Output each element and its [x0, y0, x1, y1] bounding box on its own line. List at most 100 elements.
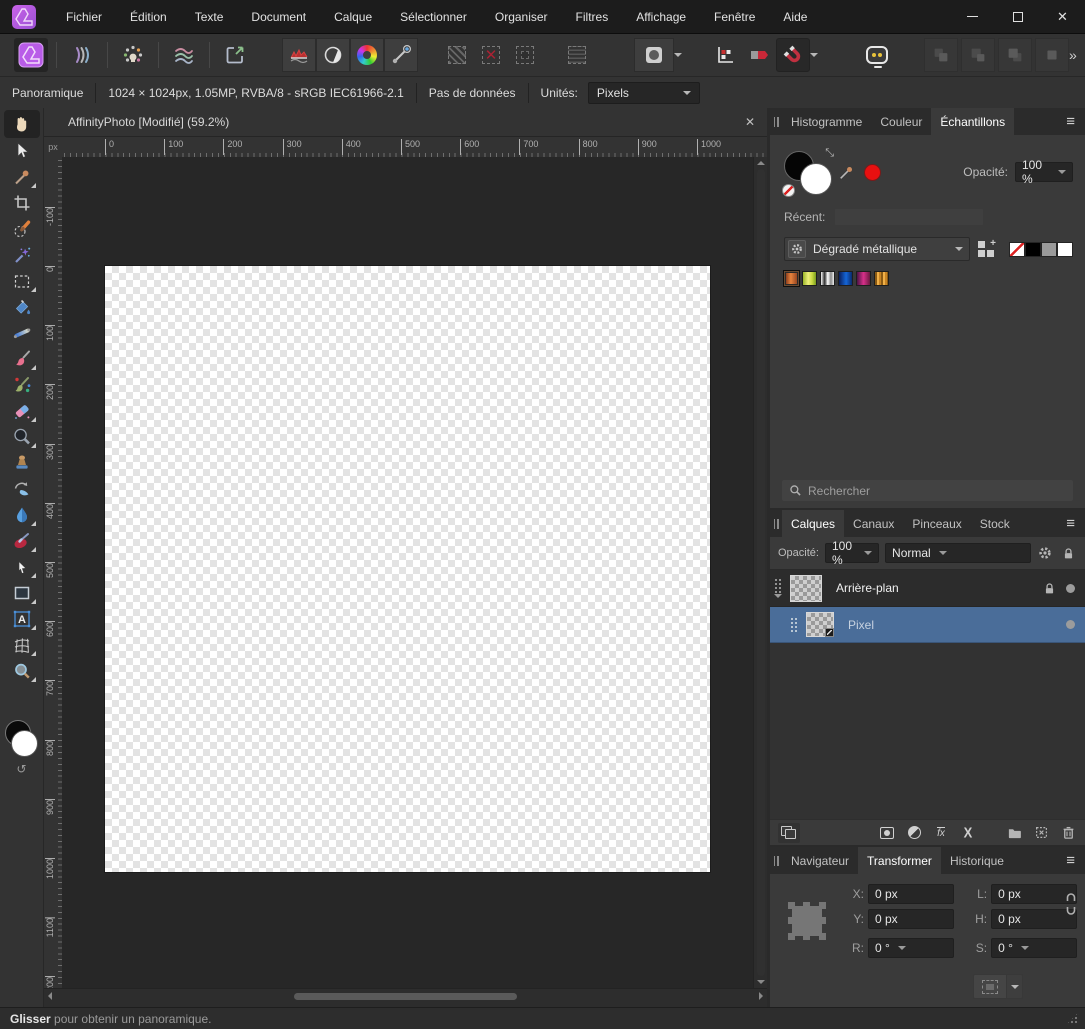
delete-layer-button[interactable] [1059, 824, 1077, 842]
tab-pinceaux[interactable]: Pinceaux [903, 510, 970, 537]
liquify-persona-button[interactable] [65, 38, 99, 72]
blend-options-gear-icon[interactable] [1037, 544, 1054, 562]
secondary-colour-circle[interactable] [800, 163, 832, 195]
frame-text-tool[interactable]: A [4, 606, 40, 632]
move-tool[interactable] [4, 138, 40, 164]
node-tool[interactable] [4, 554, 40, 580]
colour-replacement-brush-tool[interactable] [4, 372, 40, 398]
menu-calque[interactable]: Calque [320, 2, 386, 32]
live-filter-button[interactable]: fx [932, 824, 950, 842]
export-persona-button[interactable] [218, 38, 252, 72]
layer-name[interactable]: Arrière-plan [836, 581, 899, 595]
assistant-options-button[interactable] [708, 38, 742, 72]
menu-filtres[interactable]: Filtres [562, 2, 623, 32]
assistant-button[interactable] [860, 38, 894, 72]
layer-visibility-toggle[interactable] [1066, 620, 1075, 629]
layer-drag-handle[interactable] [770, 570, 786, 606]
show-selection-box-button[interactable] [973, 974, 1007, 999]
tone-mapping-persona-button[interactable] [167, 38, 201, 72]
insert-behind-button[interactable] [1032, 824, 1050, 842]
quick-mask-button[interactable] [560, 38, 594, 72]
maximize-button[interactable] [995, 0, 1040, 33]
smudge-brush-tool[interactable] [4, 528, 40, 554]
menu-aide[interactable]: Aide [769, 2, 821, 32]
arrange-back-button[interactable] [924, 38, 958, 72]
panel-menu-icon[interactable]: ≡ [1056, 510, 1085, 537]
transform-options-dropdown[interactable] [1007, 974, 1023, 999]
shear-select[interactable]: 0 ° [991, 938, 1077, 958]
tab-transformer[interactable]: Transformer [858, 847, 941, 874]
develop-persona-button[interactable] [116, 38, 150, 72]
layer-thumbnail[interactable] [806, 612, 834, 637]
move-by-whole-pixels-button[interactable] [742, 38, 776, 72]
quick-swatch-none[interactable] [1009, 241, 1025, 257]
selection-brush-tool[interactable] [4, 216, 40, 242]
horizontal-scrollbar[interactable] [44, 988, 767, 1003]
view-mode-button[interactable] [634, 38, 674, 72]
scroll-left-arrow[interactable] [48, 992, 52, 1000]
selection-deselect-button[interactable] [474, 38, 508, 72]
swatch-search-field[interactable]: Rechercher [782, 480, 1073, 501]
auto-colour-button[interactable] [350, 38, 384, 72]
scroll-down-arrow[interactable] [756, 980, 765, 984]
swap-colours-icon[interactable]: ⤡ [825, 147, 834, 160]
tab-navigateur[interactable]: Navigateur [782, 847, 858, 874]
document-canvas[interactable] [105, 266, 710, 872]
vertical-scroll-track[interactable] [756, 169, 765, 976]
tab-historique[interactable]: Historique [941, 847, 1013, 874]
duplicate-layer-button[interactable] [778, 822, 800, 843]
layer-name[interactable]: Pixel [848, 618, 874, 632]
layer-effects-button[interactable]: X [959, 824, 977, 842]
panel-drag-grip[interactable] [770, 108, 782, 135]
snapping-dropdown[interactable] [810, 38, 818, 72]
swatch-category-select[interactable]: Dégradé métallique [784, 237, 970, 261]
tab-histogramme[interactable]: Histogramme [782, 108, 871, 135]
gradient-swatch-copper[interactable] [783, 270, 800, 287]
active-colour-selector[interactable]: ⤡ [782, 147, 836, 197]
scroll-up-arrow[interactable] [756, 161, 765, 165]
panel-drag-grip[interactable] [770, 847, 782, 874]
tab-canaux[interactable]: Canaux [844, 510, 903, 537]
arrange-front-button[interactable] [1035, 38, 1069, 72]
horizontal-scroll-track[interactable] [56, 992, 755, 1001]
tab-stock[interactable]: Stock [971, 510, 1019, 537]
menu-texte[interactable]: Texte [181, 2, 238, 32]
gradient-swatch-silver[interactable] [820, 271, 835, 286]
gradient-swatch-gold-green[interactable] [802, 271, 817, 286]
secondary-colour-swatch[interactable] [10, 730, 38, 757]
tab-echantillons[interactable]: Échantillons [931, 108, 1015, 135]
document-tab-title[interactable]: AffinityPhoto [Modifié] (59.2%) [68, 115, 229, 129]
quick-swatch-ffffff[interactable] [1057, 241, 1073, 257]
no-colour-swatch[interactable] [782, 184, 795, 197]
layer-row-arriere-plan[interactable]: Arrière-plan [770, 570, 1085, 607]
menu-fenetre[interactable]: Fenêtre [700, 2, 769, 32]
layer-lock-icon[interactable] [1042, 579, 1056, 597]
auto-contrast-button[interactable] [316, 38, 350, 72]
scroll-right-arrow[interactable] [759, 992, 763, 1000]
dodge-brush-tool[interactable] [4, 424, 40, 450]
fill-stroke-colour-selector[interactable] [3, 720, 41, 760]
colour-picker-icon[interactable] [836, 161, 858, 183]
gear-icon[interactable] [788, 240, 806, 258]
add-swatch-icon[interactable]: + [978, 238, 996, 258]
panel-menu-icon[interactable]: ≡ [1056, 108, 1085, 135]
gradient-swatch-magenta[interactable] [856, 271, 871, 286]
rectangle-tool[interactable] [4, 580, 40, 606]
layer-row-pixel[interactable]: Pixel [770, 607, 1085, 643]
flood-fill-tool[interactable] [4, 294, 40, 320]
toolbar-overflow-chevron[interactable]: » [1069, 47, 1077, 63]
crop-tool[interactable] [4, 190, 40, 216]
panel-drag-grip[interactable] [770, 510, 782, 537]
link-dimensions-icon[interactable] [1065, 892, 1077, 916]
canvas-background[interactable] [62, 157, 753, 988]
y-input[interactable]: 0 px [868, 909, 954, 929]
zoom-tool[interactable] [4, 658, 40, 684]
close-button[interactable]: ✕ [1040, 0, 1085, 33]
erase-brush-tool[interactable] [4, 398, 40, 424]
paint-brush-tool[interactable] [4, 346, 40, 372]
rotation-select[interactable]: 0 ° [868, 938, 954, 958]
view-tool[interactable] [3, 110, 40, 138]
swatch-opacity-select[interactable]: 100 % [1015, 158, 1073, 186]
layer-visibility-toggle[interactable] [1066, 583, 1075, 593]
gradient-tool[interactable] [4, 320, 40, 346]
